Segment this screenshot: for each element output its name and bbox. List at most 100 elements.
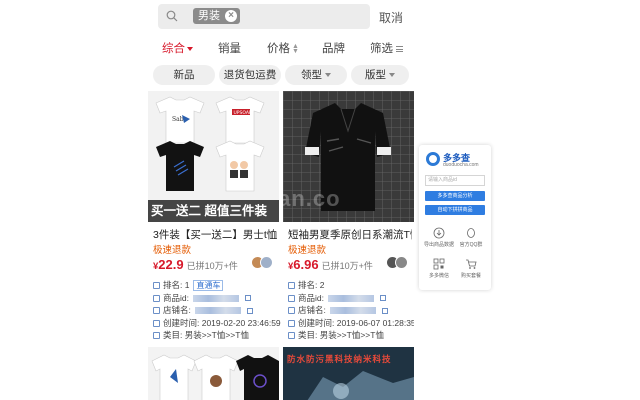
search-keyword-chip[interactable]: 男装 × bbox=[193, 8, 240, 24]
tab-price[interactable]: 价格 ▲ ▼ bbox=[267, 40, 299, 56]
shop-line: 店铺名: bbox=[153, 304, 277, 317]
promo-banner: 买一送二 超值三件装 bbox=[148, 200, 279, 222]
product-title[interactable]: 短袖男夏季原创日系潮流T恤 bbox=[288, 227, 412, 242]
tab-brand[interactable]: 品牌 bbox=[322, 40, 345, 56]
blurred-value bbox=[193, 294, 240, 302]
svg-text:UPSOAR: UPSOAR bbox=[234, 110, 253, 116]
tool-label: 购买套餐 bbox=[460, 273, 481, 279]
product-card[interactable]: 防水防污黑科技纳米科技 bbox=[283, 347, 414, 400]
blurred-value bbox=[195, 307, 242, 315]
plugin-panel: 多多查 duoduocha.com 请输入商品id 多多查商品分析 自动下拼拼商… bbox=[419, 145, 491, 290]
tshirt-photo-icon bbox=[151, 354, 279, 400]
buyer-avatars bbox=[251, 256, 273, 270]
filter-free-return-shipping[interactable]: 退货包运费 bbox=[219, 65, 281, 85]
copy-icon[interactable] bbox=[247, 307, 254, 314]
created-time: 创建时间: 2019-02-20 23:46:59 bbox=[163, 317, 281, 328]
clear-keyword-icon[interactable]: × bbox=[225, 10, 237, 22]
fabric-photo-icon bbox=[307, 371, 414, 400]
price-value: 6.96 bbox=[293, 257, 319, 272]
plugin-logo: 多多查 duoduocha.com bbox=[426, 151, 484, 171]
tab-label: 品牌 bbox=[322, 43, 345, 55]
goods-id-input[interactable]: 请输入商品id bbox=[425, 175, 485, 186]
chevron-down-icon bbox=[325, 73, 331, 78]
buy-plan-button[interactable]: 购买套餐 bbox=[456, 258, 486, 279]
rank-icon bbox=[153, 282, 160, 290]
download-icon bbox=[433, 227, 445, 239]
tab-label: 筛选 bbox=[370, 43, 393, 55]
goods-id-label: 商品id: bbox=[298, 292, 327, 303]
shop-label: 店铺名: bbox=[163, 305, 194, 315]
search-bar: 男装 × 取消 bbox=[148, 0, 414, 34]
price-line: ¥6.96 已拼10万+件 bbox=[288, 256, 412, 272]
tool-label: 多多微信 bbox=[428, 273, 449, 279]
avatar bbox=[260, 256, 273, 269]
product-card[interactable]: chajian.co 短袖男夏季原创日系潮流T恤 极速退款 ¥6.96已拼10万… bbox=[283, 91, 414, 343]
logo-domain: duoduocha.com bbox=[443, 162, 479, 168]
category-icon bbox=[153, 332, 160, 340]
category: 类目: 男装>>T恤>>T恤 bbox=[298, 330, 384, 340]
plugin-product-info: 排名: 2 商品id: 店铺名: 创建时间: 2019-06-07 01:28:… bbox=[288, 279, 414, 342]
created-time-line: 创建时间: 2019-06-07 01:28:35 bbox=[288, 317, 414, 330]
tab-sales[interactable]: 销量 bbox=[218, 40, 241, 56]
avatar bbox=[395, 256, 408, 269]
rank-line: 排名: 1 直通车 bbox=[153, 279, 277, 292]
filter-label: 版型 bbox=[365, 69, 386, 81]
logo-icon bbox=[426, 152, 440, 166]
tab-comprehensive[interactable]: 综合 bbox=[162, 40, 193, 56]
tab-filter[interactable]: 筛选 bbox=[370, 40, 403, 56]
auto-button[interactable]: 自动下拼拼商品 bbox=[425, 205, 485, 215]
svg-text:Sab: Sab bbox=[172, 116, 184, 123]
analyze-button[interactable]: 多多查商品分析 bbox=[425, 191, 485, 201]
blurred-value bbox=[330, 307, 377, 315]
blurred-value bbox=[328, 294, 375, 302]
product-card[interactable]: Sab UPSOAR 买一送二 超值三件装 3件装【买一送二】男士t恤男 极速退… bbox=[148, 91, 281, 343]
category-line: 类目: 男装>>T恤>>T恤 bbox=[153, 329, 277, 342]
id-icon bbox=[153, 294, 160, 302]
caret-down-icon bbox=[187, 46, 193, 51]
filter-collar[interactable]: 领型 bbox=[285, 65, 347, 85]
filter-fit[interactable]: 版型 bbox=[351, 65, 409, 85]
price-value: 22.9 bbox=[158, 257, 184, 272]
qr-code-icon bbox=[433, 258, 445, 270]
export-data-button[interactable]: 导出商品数据 bbox=[424, 227, 454, 248]
copy-icon[interactable] bbox=[245, 295, 252, 302]
watermark-text: chajian.co bbox=[283, 186, 341, 211]
cart-icon bbox=[466, 259, 477, 269]
price: ¥6.96 bbox=[288, 257, 319, 272]
buyer-avatars bbox=[386, 256, 408, 270]
category-line: 类目: 男装>>T恤>>T恤 bbox=[288, 329, 412, 342]
copy-icon[interactable] bbox=[380, 295, 387, 302]
cancel-button[interactable]: 取消 bbox=[379, 9, 403, 26]
shop-line: 店铺名: bbox=[288, 304, 412, 317]
clock-icon bbox=[153, 319, 160, 327]
search-input[interactable]: 男装 × bbox=[158, 4, 370, 29]
wechat-button[interactable]: 多多微信 bbox=[424, 258, 454, 279]
price: ¥22.9 bbox=[153, 257, 184, 272]
shop-icon bbox=[153, 307, 160, 315]
filter-new[interactable]: 新品 bbox=[153, 65, 215, 85]
category: 类目: 男装>>T恤>>T恤 bbox=[163, 330, 249, 340]
qq-group-button[interactable]: 官方QQ群 bbox=[456, 227, 486, 248]
tool-label: 官方QQ群 bbox=[459, 242, 483, 248]
rank-icon bbox=[288, 282, 295, 290]
sort-arrows-icon: ▲ ▼ bbox=[292, 42, 299, 55]
tab-label: 综合 bbox=[162, 43, 185, 55]
mobile-page: 男装 × 取消 综合 销量 价格 ▲ ▼ 品牌 筛选 新品 退货包运费 领型 版型 … bbox=[148, 0, 414, 400]
product-card[interactable] bbox=[148, 347, 279, 400]
plugin-product-info: 排名: 1 直通车 商品id: 店铺名: 创建时间: 2019-02-20 23:… bbox=[153, 279, 281, 342]
promotion-button[interactable]: 直通车 bbox=[193, 280, 224, 291]
filter-menu-icon bbox=[396, 45, 403, 52]
product-image[interactable]: Sab UPSOAR 买一送二 超值三件装 bbox=[148, 91, 279, 222]
filter-bar: 新品 退货包运费 领型 版型 bbox=[148, 65, 414, 87]
product-image[interactable]: chajian.co bbox=[283, 91, 414, 222]
tool-label: 导出商品数据 bbox=[424, 242, 455, 248]
copy-icon[interactable] bbox=[382, 307, 389, 314]
sold-count: 已拼10万+件 bbox=[321, 261, 373, 271]
chevron-down-icon bbox=[389, 73, 395, 78]
tab-label: 销量 bbox=[218, 43, 241, 55]
qq-icon bbox=[467, 228, 475, 238]
shop-icon bbox=[288, 307, 295, 315]
product-title[interactable]: 3件装【买一送二】男士t恤男 bbox=[153, 227, 277, 242]
search-icon bbox=[166, 10, 178, 22]
rank-line: 排名: 2 bbox=[288, 279, 412, 292]
